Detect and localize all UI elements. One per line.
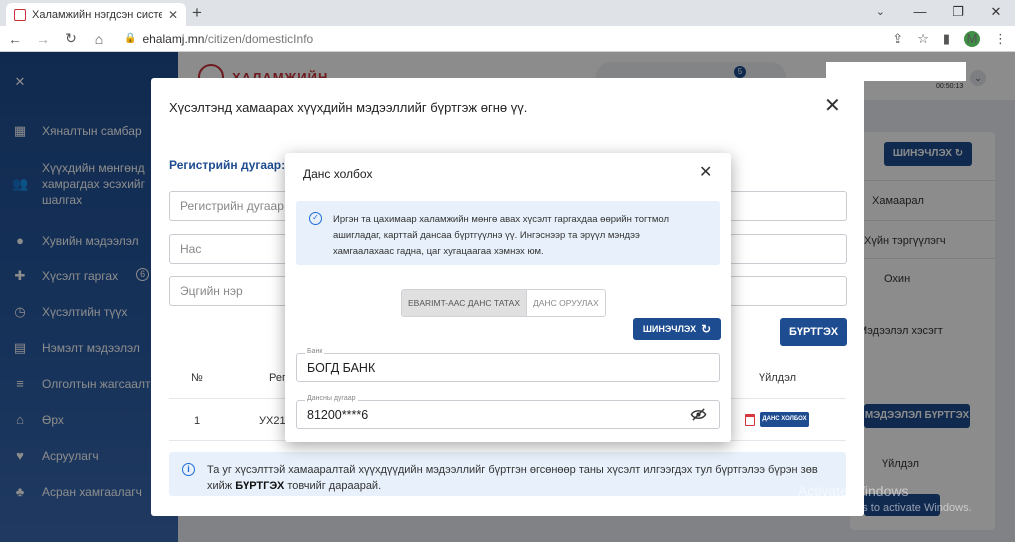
minimize-icon[interactable]: — <box>901 0 939 26</box>
restore-icon[interactable]: ❐ <box>939 0 977 26</box>
link-account-dialog: Данс холбох ✕ ✓ Иргэн та цахимаар халамж… <box>285 153 731 442</box>
menu-kebab-icon[interactable]: ⋮ <box>994 31 1007 47</box>
activate-windows-title: Activate Windows <box>798 483 909 499</box>
browser-tabbar: Халамжийн нэгдсэн систем ✕ + ⌄ — ❐ ✕ <box>0 0 1015 26</box>
dialog-close-icon[interactable]: ✕ <box>699 165 712 181</box>
table-cell-no: 1 <box>194 415 201 427</box>
browser-tab[interactable]: Халамжийн нэгдсэн систем ✕ <box>6 3 186 26</box>
account-field-value: 81200****6 <box>307 408 369 422</box>
tab-title: Халамжийн нэгдсэн систем <box>32 8 162 21</box>
bank-field-value: БОГД БАНК <box>307 361 376 375</box>
bookmark-star-icon[interactable]: ☆ <box>917 31 929 47</box>
info-bold-text: БҮРТГЭХ <box>235 480 285 492</box>
register-input[interactable]: Регистрийн дугаар <box>169 191 289 221</box>
link-account-button[interactable]: ДАНС ХОЛБОХ <box>760 412 809 427</box>
tab-manual-entry[interactable]: ДАНС ОРУУЛАХ <box>527 290 605 316</box>
info-tail-text: товчийг дараарай. <box>284 480 382 492</box>
address-bar[interactable]: 🔒 ehalamj.mn/citizen/domesticInfo <box>124 32 878 46</box>
forward-icon[interactable]: → <box>36 31 50 47</box>
table-header-action: Үйлдэл <box>759 372 797 384</box>
father-name-input[interactable]: Эцгийн нэр <box>169 276 289 306</box>
dialog-title: Данс холбох <box>303 167 373 181</box>
dialog-info-text: Иргэн та цахимаар халамжийн мөнгө авах х… <box>333 214 669 257</box>
profile-avatar[interactable]: M <box>964 30 980 47</box>
tab-close-icon[interactable]: ✕ <box>168 8 178 22</box>
account-number-field[interactable]: Дансны дугаар 81200****6 <box>296 395 720 429</box>
tab-ebarimt[interactable]: EBARIMT-ААС ДАНС ТАТАХ <box>402 290 528 316</box>
register-button[interactable]: БҮРТГЭХ <box>780 318 847 346</box>
refresh-icon: ↻ <box>701 322 712 336</box>
new-tab-icon[interactable]: + <box>192 3 202 23</box>
refresh-label: ШИНЭЧЛЭХ <box>642 324 697 334</box>
right-input-2[interactable] <box>729 234 847 264</box>
bank-field[interactable]: Банк БОГД БАНК <box>296 348 720 382</box>
window-close-icon[interactable]: ✕ <box>977 0 1015 26</box>
activate-windows-subtitle: Go to Settings to activate Windows. <box>798 502 972 514</box>
bank-field-label: Банк <box>305 348 325 355</box>
trash-icon[interactable] <box>745 414 755 426</box>
table-header-no: № <box>191 372 203 384</box>
modal-title: Хүсэлтэнд хамаарах хүүхдийн мэдээллийг б… <box>169 100 528 115</box>
eye-off-icon[interactable] <box>690 407 707 422</box>
tab-search-icon[interactable]: ⌄ <box>876 5 885 18</box>
info-alert: i Та уг хүсэлттэй хамааралтай хүүхдүүдий… <box>169 452 846 496</box>
url-path: /citizen/domesticInfo <box>204 31 314 46</box>
dialog-refresh-button[interactable]: ШИНЭЧЛЭХ ↻ <box>633 318 721 340</box>
home-icon[interactable]: ⌂ <box>92 31 106 47</box>
modal-close-icon[interactable]: ✕ <box>824 96 841 116</box>
register-label: Регистрийн дугаар: <box>169 158 286 172</box>
right-input-3[interactable] <box>729 276 847 306</box>
dialog-info-alert: ✓ Иргэн та цахимаар халамжийн мөнгө авах… <box>296 201 720 265</box>
reload-icon[interactable]: ↻ <box>64 30 78 47</box>
share-icon[interactable]: ⇪ <box>892 31 903 47</box>
lock-icon[interactable]: 🔒 <box>124 33 136 44</box>
info-icon: i <box>182 463 195 476</box>
url-host: ehalamj.mn <box>142 31 205 46</box>
account-field-label: Дансны дугаар <box>305 395 358 402</box>
redaction-box <box>826 62 966 81</box>
back-icon[interactable]: ← <box>8 31 22 47</box>
right-input-1[interactable] <box>729 191 847 221</box>
account-source-toggle: EBARIMT-ААС ДАНС ТАТАХ ДАНС ОРУУЛАХ <box>401 289 606 317</box>
window-controls: — ❐ ✕ <box>901 0 1015 26</box>
sidepanel-icon[interactable]: ▮ <box>943 31 950 47</box>
site-favicon-icon <box>14 8 26 21</box>
age-input[interactable]: Нас <box>169 234 289 264</box>
check-circle-icon: ✓ <box>309 212 322 225</box>
browser-navbar: ← → ↻ ⌂ 🔒 ehalamj.mn/citizen/domesticInf… <box>0 26 1015 52</box>
